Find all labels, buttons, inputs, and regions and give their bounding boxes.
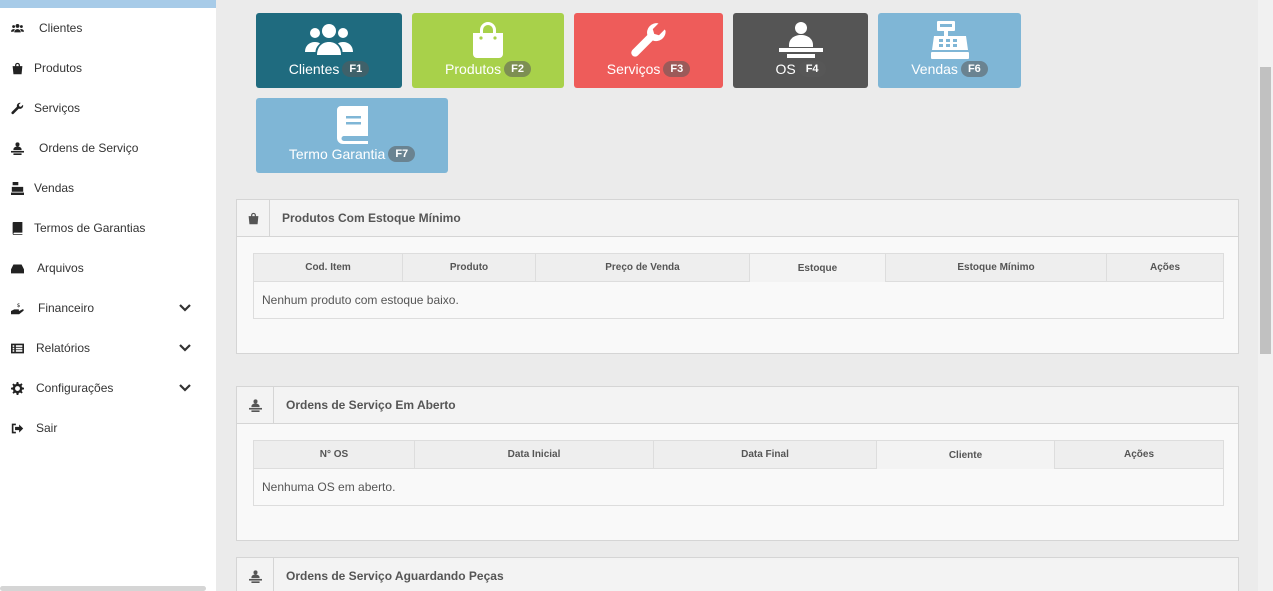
sign-out-icon xyxy=(10,421,24,435)
sidebar-item-financeiro[interactable]: $ Financeiro xyxy=(0,288,216,328)
sidebar-item-label: Vendas xyxy=(34,181,75,195)
hdd-icon xyxy=(10,261,24,275)
page-scrollbar[interactable] xyxy=(1258,0,1273,591)
shortcut-clientes[interactable]: Clientes F1 xyxy=(256,13,402,88)
technician-icon xyxy=(778,22,823,58)
scrollbar-thumb[interactable] xyxy=(1260,67,1271,354)
shortcut-vendas[interactable]: Vendas F6 xyxy=(878,13,1021,88)
wrench-icon xyxy=(630,22,668,58)
svg-text:$: $ xyxy=(16,302,20,308)
panel-header: Ordens de Serviço Aguardando Peças xyxy=(237,558,1238,591)
shortcut-os[interactable]: OS F4 xyxy=(733,13,868,88)
gear-icon xyxy=(10,381,24,395)
sidebar-item-configuracoes[interactable]: Configurações xyxy=(0,368,216,408)
shortcut-key-badge: F2 xyxy=(504,61,531,77)
sidebar-item-label: Relatórios xyxy=(36,341,91,355)
panel-os-aguardando-pecas: Ordens de Serviço Aguardando Peças xyxy=(236,557,1239,591)
sidebar: Clientes Produtos Serviços Ordens de Ser… xyxy=(0,0,216,591)
book-icon xyxy=(336,106,368,144)
column-header[interactable]: Cliente xyxy=(877,441,1055,469)
sidebar-scrollbar[interactable] xyxy=(0,586,206,591)
shortcut-key-badge: F4 xyxy=(798,61,826,77)
shortcut-termo-garantia[interactable]: Termo Garantia F7 xyxy=(256,98,448,173)
sidebar-item-vendas[interactable]: Vendas xyxy=(0,168,216,208)
column-header[interactable]: Produto xyxy=(403,254,536,282)
sidebar-item-label: Sair xyxy=(36,421,58,435)
column-header[interactable]: Estoque xyxy=(750,254,886,282)
shortcut-label: Produtos xyxy=(445,61,502,77)
sidebar-item-label: Clientes xyxy=(39,21,83,35)
sidebar-item-label: Produtos xyxy=(34,61,83,75)
shortcut-label: Serviços xyxy=(606,61,661,77)
shortcut-key-badge: F6 xyxy=(960,61,988,77)
shopping-bag-icon xyxy=(237,200,270,236)
technician-icon xyxy=(10,141,24,155)
shopping-bag-icon xyxy=(471,22,505,58)
chevron-down-icon[interactable] xyxy=(178,341,192,355)
shortcut-label: Termo Garantia xyxy=(288,146,386,162)
column-header[interactable]: N° OS xyxy=(254,441,415,469)
sidebar-item-label: Termos de Garantias xyxy=(34,221,146,235)
chevron-down-icon[interactable] xyxy=(178,381,192,395)
sidebar-item-label: Financeiro xyxy=(38,301,95,315)
sidebar-top-bar xyxy=(0,0,216,8)
empty-message: Nenhuma OS em aberto. xyxy=(254,469,1223,505)
sidebar-item-label: Arquivos xyxy=(37,261,84,275)
sidebar-item-sair[interactable]: Sair xyxy=(0,408,216,448)
column-header[interactable]: Ações xyxy=(1055,441,1223,469)
shortcut-key-badge: F1 xyxy=(342,61,370,77)
panel-estoque-minimo: Produtos Com Estoque Mínimo Cod. Item Pr… xyxy=(236,199,1239,354)
panel-title: Ordens de Serviço Aguardando Peças xyxy=(286,569,504,583)
shortcut-servicos[interactable]: Serviços F3 xyxy=(574,13,723,88)
list-icon xyxy=(10,341,24,355)
sidebar-item-ordens-servico[interactable]: Ordens de Serviço xyxy=(0,128,216,168)
shortcut-label: Vendas xyxy=(911,61,958,77)
wrench-icon xyxy=(10,101,24,115)
sidebar-item-label: Serviços xyxy=(34,101,81,115)
sidebar-item-termos-garantias[interactable]: Termos de Garantias xyxy=(0,208,216,248)
sidebar-item-label: Ordens de Serviço xyxy=(39,141,139,155)
table-header: Cod. Item Produto Preço de Venda Estoque… xyxy=(254,254,1223,282)
column-header[interactable]: Data Final xyxy=(654,441,877,469)
panel-title: Produtos Com Estoque Mínimo xyxy=(282,211,461,225)
technician-icon xyxy=(237,558,274,591)
shortcut-produtos[interactable]: Produtos F2 xyxy=(412,13,564,88)
column-header[interactable]: Data Inicial xyxy=(415,441,654,469)
panel-os-aberto: Ordens de Serviço Em Aberto N° OS Data I… xyxy=(236,386,1239,541)
column-header[interactable]: Ações xyxy=(1107,254,1223,282)
panel-header: Ordens de Serviço Em Aberto xyxy=(237,387,1238,424)
column-header[interactable]: Estoque Mínimo xyxy=(886,254,1107,282)
sidebar-item-servicos[interactable]: Serviços xyxy=(0,88,216,128)
users-icon xyxy=(10,21,24,35)
sidebar-item-arquivos[interactable]: Arquivos xyxy=(0,248,216,288)
book-icon xyxy=(10,221,24,235)
panel-title: Ordens de Serviço Em Aberto xyxy=(286,398,456,412)
hand-dollar-icon: $ xyxy=(10,301,24,315)
column-header[interactable]: Cod. Item xyxy=(254,254,403,282)
cash-register-icon xyxy=(10,181,24,195)
column-header[interactable]: Preço de Venda xyxy=(536,254,750,282)
sidebar-item-label: Configurações xyxy=(36,381,114,395)
cash-register-icon xyxy=(930,21,969,59)
chevron-down-icon[interactable] xyxy=(178,301,192,315)
shortcut-key-badge: F7 xyxy=(388,146,416,162)
technician-icon xyxy=(237,387,274,423)
os-aberto-table: N° OS Data Inicial Data Final Cliente Aç… xyxy=(253,440,1224,506)
shortcut-key-badge: F3 xyxy=(663,61,691,77)
shortcut-label: Clientes xyxy=(288,61,340,77)
estoque-table: Cod. Item Produto Preço de Venda Estoque… xyxy=(253,253,1224,319)
shopping-bag-icon xyxy=(10,61,24,75)
sidebar-item-relatorios[interactable]: Relatórios xyxy=(0,328,216,368)
empty-message: Nenhum produto com estoque baixo. xyxy=(254,282,1223,318)
users-icon xyxy=(305,22,353,58)
panel-header: Produtos Com Estoque Mínimo xyxy=(237,200,1238,237)
shortcut-label: OS xyxy=(775,61,796,77)
table-header: N° OS Data Inicial Data Final Cliente Aç… xyxy=(254,441,1223,469)
sidebar-item-clientes[interactable]: Clientes xyxy=(0,8,216,48)
sidebar-item-produtos[interactable]: Produtos xyxy=(0,48,216,88)
